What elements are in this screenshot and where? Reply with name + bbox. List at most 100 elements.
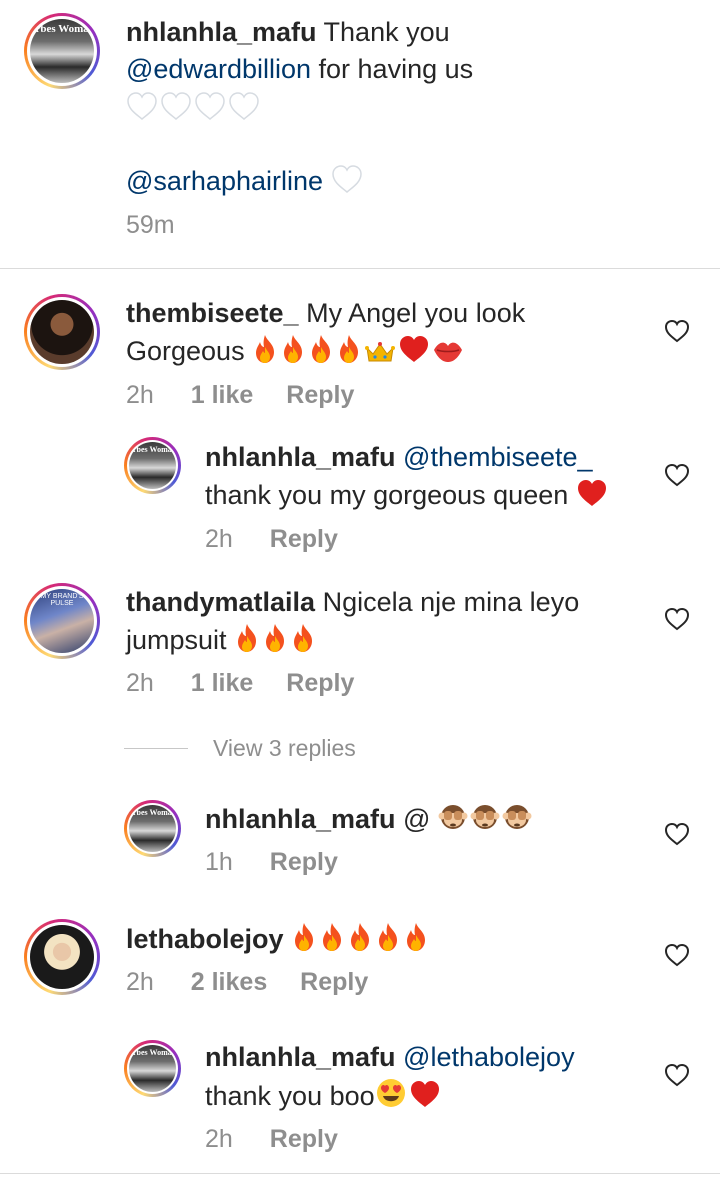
comment-text-line: nhlanhla_mafu @ bbox=[205, 801, 534, 837]
comment-time: 2h bbox=[126, 381, 154, 409]
comment-meta: 1h Reply bbox=[205, 848, 338, 877]
avatar-masthead: orbes Woman bbox=[129, 445, 176, 454]
avatar-image bbox=[30, 300, 94, 364]
username-link[interactable]: lethabolejoy bbox=[126, 924, 284, 954]
replies-divider-line bbox=[124, 748, 188, 749]
avatar[interactable]: orbes Woman bbox=[24, 13, 100, 89]
heart-eyes-icon bbox=[375, 1077, 407, 1109]
comment-text-line: nhlanhla_mafu Thank you bbox=[126, 14, 450, 50]
username-link[interactable]: thembiseete_ bbox=[126, 298, 299, 328]
reply-button[interactable]: Reply bbox=[286, 669, 354, 697]
kiss-mark-icon bbox=[432, 338, 464, 364]
like-heart-icon[interactable] bbox=[664, 607, 690, 631]
fire-icon bbox=[403, 922, 429, 952]
mention-link[interactable]: @edwardbillion bbox=[126, 54, 311, 84]
likes-count[interactable]: 2 likes bbox=[191, 968, 267, 996]
reply-button[interactable]: Reply bbox=[270, 1125, 338, 1153]
comment-text-line: nhlanhla_mafu @thembiseete_ bbox=[205, 439, 593, 475]
mention-link[interactable]: @sarhaphairline bbox=[126, 166, 323, 196]
avatar-masthead: MY BRAND'S PULSE bbox=[40, 593, 84, 607]
username-link[interactable]: nhlanhla_mafu bbox=[205, 1042, 396, 1072]
avatar-image bbox=[30, 925, 94, 989]
comment-time: 1h bbox=[205, 848, 233, 876]
comment-text: jumpsuit bbox=[126, 625, 227, 655]
divider bbox=[0, 268, 720, 269]
comment-text: thank you boo bbox=[205, 1081, 375, 1111]
comment-text-line: jumpsuit bbox=[126, 622, 318, 658]
avatar-image: orbes Woman bbox=[30, 19, 94, 83]
see-no-evil-monkey-icon bbox=[438, 802, 468, 832]
likes-count[interactable]: 1 like bbox=[191, 381, 254, 409]
see-no-evil-monkey-icon bbox=[502, 802, 532, 832]
comment-text-line: @sarhaphairline bbox=[126, 163, 365, 199]
comment-text-line: thank you boo bbox=[205, 1077, 443, 1114]
avatar[interactable]: orbes Woman bbox=[124, 437, 181, 494]
fire-icon bbox=[280, 334, 306, 364]
comment-time: 2h bbox=[205, 1125, 233, 1153]
white-heart-icon bbox=[331, 164, 363, 194]
red-heart-icon bbox=[576, 478, 608, 508]
mention-link[interactable]: @thembiseete_ bbox=[403, 442, 593, 472]
comment-text: @ bbox=[403, 804, 431, 834]
comment-time: 2h bbox=[205, 525, 233, 553]
white-heart-icon bbox=[228, 91, 260, 121]
comment-text-line: Gorgeous bbox=[126, 333, 466, 369]
comment-text: Ngicela nje mina leyo bbox=[322, 587, 580, 617]
fire-icon bbox=[262, 623, 288, 653]
fire-icon bbox=[347, 922, 373, 952]
like-heart-icon[interactable] bbox=[664, 943, 690, 967]
crown-icon bbox=[364, 340, 396, 364]
fire-icon bbox=[234, 623, 260, 653]
avatar[interactable]: MY BRAND'S PULSE bbox=[24, 583, 100, 659]
avatar-masthead: orbes Woman bbox=[129, 808, 176, 817]
avatar-image: MY BRAND'S PULSE bbox=[30, 589, 94, 653]
comment-text: Thank you bbox=[323, 17, 450, 47]
divider bbox=[0, 1173, 720, 1174]
comment-text-line: lethabolejoy bbox=[126, 921, 431, 957]
like-heart-icon[interactable] bbox=[664, 319, 690, 343]
avatar-image: orbes Woman bbox=[129, 442, 176, 489]
comment-meta: 2h Reply bbox=[205, 1125, 338, 1154]
comment-text-line: @edwardbillion for having us bbox=[126, 51, 473, 87]
fire-icon bbox=[252, 334, 278, 364]
view-replies-button[interactable]: View 3 replies bbox=[213, 735, 356, 762]
fire-icon bbox=[291, 922, 317, 952]
avatar[interactable] bbox=[24, 919, 100, 995]
avatar[interactable]: orbes Woman bbox=[124, 1040, 181, 1097]
white-heart-icon bbox=[194, 91, 226, 121]
avatar[interactable] bbox=[24, 294, 100, 370]
comment-text: thank you my gorgeous queen bbox=[205, 480, 569, 510]
comment-text-line: thembiseete_ My Angel you look bbox=[126, 295, 525, 331]
username-link[interactable]: nhlanhla_mafu bbox=[126, 17, 317, 47]
username-link[interactable]: nhlanhla_mafu bbox=[205, 442, 396, 472]
comment-meta: 2h 1 like Reply bbox=[126, 669, 354, 698]
username-link[interactable]: nhlanhla_mafu bbox=[205, 804, 396, 834]
like-heart-icon[interactable] bbox=[664, 822, 690, 846]
comment-meta: 2h 1 like Reply bbox=[126, 381, 354, 410]
comment-time: 2h bbox=[126, 669, 154, 697]
comment-text-line: thandymatlaila Ngicela nje mina leyo bbox=[126, 584, 579, 620]
reply-button[interactable]: Reply bbox=[300, 968, 368, 996]
reply-button[interactable]: Reply bbox=[286, 381, 354, 409]
reply-button[interactable]: Reply bbox=[270, 525, 338, 553]
comment-meta: 2h Reply bbox=[205, 525, 338, 554]
comment-meta: 2h 2 likes Reply bbox=[126, 968, 368, 997]
like-heart-icon[interactable] bbox=[664, 1063, 690, 1087]
comment-text: Gorgeous bbox=[126, 336, 245, 366]
red-heart-icon bbox=[398, 334, 430, 364]
avatar-image: orbes Woman bbox=[129, 1045, 176, 1092]
avatar-image: orbes Woman bbox=[129, 805, 176, 852]
mention-link[interactable]: @lethabolejoy bbox=[403, 1042, 575, 1072]
comment-text: My Angel you look bbox=[306, 298, 526, 328]
likes-count[interactable]: 1 like bbox=[191, 669, 254, 697]
avatar-masthead: orbes Woman bbox=[30, 23, 94, 35]
like-heart-icon[interactable] bbox=[664, 463, 690, 487]
comment-time: 59m bbox=[126, 211, 175, 239]
reply-button[interactable]: Reply bbox=[270, 848, 338, 876]
white-heart-icon bbox=[126, 91, 158, 121]
comment-text-line: thank you my gorgeous queen bbox=[205, 477, 610, 513]
fire-icon bbox=[375, 922, 401, 952]
avatar[interactable]: orbes Woman bbox=[124, 800, 181, 857]
white-heart-icon bbox=[160, 91, 192, 121]
username-link[interactable]: thandymatlaila bbox=[126, 587, 315, 617]
